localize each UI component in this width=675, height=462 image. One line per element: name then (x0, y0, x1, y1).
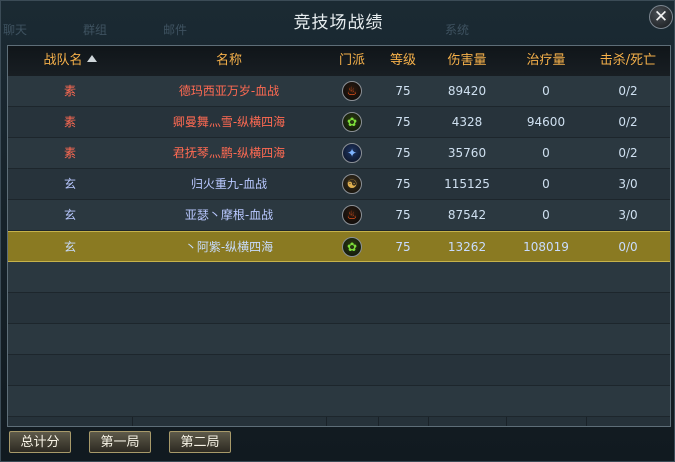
empty-table-row (8, 324, 670, 355)
window-title: 竞技场战绩 (293, 13, 384, 33)
cell-kd: 0/2 (618, 146, 638, 160)
cell-healing: 0 (542, 146, 550, 160)
cell-healing: 0 (542, 177, 550, 191)
close-icon: ✕ (653, 7, 669, 27)
cell-kd: 0/0 (618, 240, 638, 254)
cell-team: 玄 (63, 177, 76, 191)
cell-level: 75 (395, 177, 411, 191)
table-row[interactable]: 素 德玛西亚万岁-血战 75 89420 0 0/2 ♨ (8, 76, 670, 107)
empty-table-row (8, 355, 670, 386)
empty-table-row (8, 293, 670, 324)
table-row[interactable]: 素 君抚琴灬鹏-纵横四海 75 35760 0 0/2 ✦ (8, 138, 670, 169)
cell-healing: 0 (542, 84, 550, 98)
cell-healing: 94600 (526, 115, 566, 129)
cell-name: 卿曼舞灬雪-纵横四海 (172, 115, 286, 129)
header-school[interactable]: 门派 (326, 46, 378, 76)
header-damage[interactable]: 伤害量 (428, 46, 506, 76)
cell-team: 素 (63, 84, 76, 98)
cell-kd: 3/0 (618, 208, 638, 222)
cell-team: 素 (63, 115, 76, 129)
header-healing[interactable]: 治疗量 (506, 46, 586, 76)
cell-healing: 108019 (523, 240, 569, 254)
total-score-button[interactable]: 总计分 (9, 431, 71, 453)
cell-kd: 0/2 (618, 115, 638, 129)
table-row-selected[interactable]: 玄 丶阿紫-纵横四海 75 13262 108019 0/0 ✿ (8, 231, 670, 262)
table-row[interactable]: 素 卿曼舞灬雪-纵横四海 75 4328 94600 0/2 ✿ (8, 107, 670, 138)
cell-level: 75 (395, 84, 411, 98)
close-button[interactable]: ✕ (649, 5, 673, 29)
cell-team: 玄 (63, 240, 76, 254)
header-team[interactable]: 战队名 (8, 46, 132, 76)
cell-name: 归火重九-血战 (190, 177, 268, 191)
cell-damage: 89420 (447, 84, 487, 98)
water-icon: ✦ (342, 143, 362, 163)
cell-level: 75 (395, 240, 411, 254)
cell-team: 素 (63, 146, 76, 160)
fire-icon: ♨ (342, 81, 362, 101)
stats-table: 战队名 名称 门派 等级 伤害量 治疗量 击杀/死亡 素 德玛西亚万岁-血战 75 8… (7, 45, 671, 427)
header-kd[interactable]: 击杀/死亡 (586, 46, 670, 76)
cell-name: 丶阿紫-纵横四海 (184, 240, 274, 254)
table-row[interactable]: 玄 亚瑟丶摩根-血战 75 87542 0 3/0 ♨ (8, 200, 670, 231)
leaf-icon: ✿ (342, 112, 362, 132)
cell-level: 75 (395, 115, 411, 129)
table-row[interactable]: 玄 归火重九-血战 75 115125 0 3/0 ☯ (8, 169, 670, 200)
cell-kd: 3/0 (618, 177, 638, 191)
leaf-icon: ✿ (342, 237, 362, 257)
cell-name: 君抚琴灬鹏-纵横四海 (172, 146, 286, 160)
arena-results-window: 聊天 群组 邮件 系统 竞技场战绩 ✕ 战队名 名称 门派 等级 伤害量 治疗量… (0, 0, 675, 462)
cell-kd: 0/2 (618, 84, 638, 98)
round-one-button[interactable]: 第一局 (89, 431, 151, 453)
cell-name: 亚瑟丶摩根-血战 (184, 208, 274, 222)
cell-damage: 87542 (447, 208, 487, 222)
cell-level: 75 (395, 208, 411, 222)
cell-damage: 35760 (447, 146, 487, 160)
cell-name: 德玛西亚万岁-血战 (178, 84, 280, 98)
cell-damage: 115125 (444, 177, 490, 191)
header-name[interactable]: 名称 (132, 46, 326, 76)
table-header: 战队名 名称 门派 等级 伤害量 治疗量 击杀/死亡 (8, 46, 670, 77)
round-two-button[interactable]: 第二局 (169, 431, 231, 453)
fire-icon: ♨ (342, 205, 362, 225)
cell-healing: 0 (542, 208, 550, 222)
dragon-icon: ☯ (342, 174, 362, 194)
cell-team: 玄 (63, 208, 76, 222)
cell-damage: 4328 (451, 115, 483, 129)
cell-level: 75 (395, 146, 411, 160)
empty-table-row (8, 262, 670, 293)
header-team-label: 战队名 (43, 53, 83, 68)
cell-damage: 13262 (447, 240, 487, 254)
empty-table-row (8, 386, 670, 417)
header-level[interactable]: 等级 (378, 46, 428, 76)
sort-ascending-icon (86, 55, 97, 62)
